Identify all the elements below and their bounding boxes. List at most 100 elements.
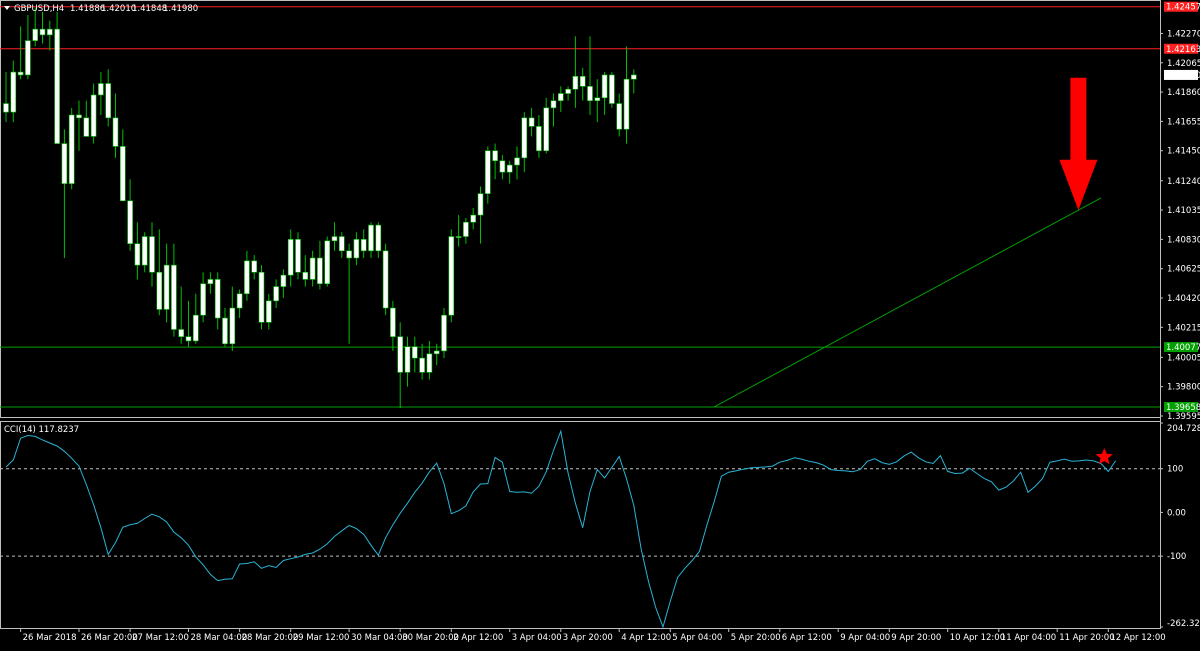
price-tick-label: 1.40830 — [1167, 235, 1200, 245]
price-tick-label: 1.40215 — [1167, 323, 1200, 333]
candle-body — [514, 157, 520, 166]
time-tick-label: 26 Mar 2018 — [23, 633, 77, 643]
hline-price-label: 1.42457 — [1166, 3, 1200, 13]
time-tick-label: 30 Mar 20:00 — [402, 633, 459, 643]
time-tick-label: 27 Mar 12:00 — [132, 633, 189, 643]
candle-body — [419, 357, 425, 373]
time-tick-label: 11 Apr 20:00 — [1059, 633, 1114, 643]
candle-body — [3, 103, 9, 113]
price-tick-label: 1.40625 — [1167, 265, 1200, 275]
cci-title: CCI(14) 117.8237 — [4, 425, 79, 435]
candle-body — [156, 271, 163, 310]
hline-price-label: 1.40077 — [1166, 343, 1200, 353]
price-tick-label: 1.42270 — [1167, 29, 1200, 39]
candle-body — [426, 353, 433, 373]
candle-body — [397, 336, 404, 373]
candle-body — [46, 28, 53, 36]
price-tick-label: 1.42065 — [1167, 59, 1200, 69]
candle-body — [112, 117, 119, 147]
candle-body — [572, 76, 579, 90]
candle-body — [302, 271, 309, 280]
time-tick-label: 28 Mar 20:00 — [242, 633, 299, 643]
price-tick-label: 1.41860 — [1167, 88, 1200, 98]
time-tick-label: 11 Apr 04:00 — [1001, 633, 1056, 643]
candle-body — [141, 236, 148, 266]
symbol-label: GBPUSD,H4 — [14, 4, 64, 14]
candle-body — [463, 221, 469, 237]
candle-body — [229, 307, 236, 345]
candle-body — [338, 236, 345, 252]
candle-body — [17, 71, 24, 76]
candle-body — [68, 114, 75, 184]
cci-tick-label: 100 — [1167, 465, 1183, 475]
time-tick-label: 9 Apr 04:00 — [840, 633, 890, 643]
candle-body — [499, 160, 506, 173]
candle-body — [353, 239, 360, 259]
candle-body — [601, 74, 608, 99]
candle-body — [244, 260, 250, 295]
candle-body — [565, 88, 571, 94]
time-tick-label: 6 Apr 12:00 — [782, 633, 832, 643]
candle-body — [623, 78, 630, 130]
cci-tick-label: 0.00 — [1167, 508, 1186, 518]
symbol-header: GBPUSD,H4 1.41886 1.42010 1.41848 1.4198… — [4, 4, 198, 14]
candle-body — [207, 279, 214, 285]
candle-body — [492, 150, 498, 162]
candle-body — [98, 83, 104, 96]
time-tick-label: 2 Apr 12:00 — [453, 633, 503, 643]
hline-price-label: 1.42163 — [1166, 45, 1200, 55]
candle-body — [127, 200, 133, 244]
ohlc-open: 1.41886 — [70, 4, 105, 14]
price-tick-label: 1.41655 — [1167, 117, 1200, 127]
time-tick-label: 3 Apr 04:00 — [512, 633, 562, 643]
time-tick-label: 28 Mar 04:00 — [191, 633, 248, 643]
candle-body — [32, 28, 39, 41]
candle-body — [258, 271, 265, 323]
candle-body — [404, 346, 411, 373]
candle-body — [134, 243, 141, 266]
current-price-label: 1.41980 — [1166, 71, 1200, 81]
candle-body — [630, 74, 637, 80]
candle-body — [448, 236, 455, 316]
candle-body — [331, 236, 338, 242]
candle-body — [25, 40, 31, 76]
time-tick-label: 5 Apr 04:00 — [672, 633, 722, 643]
candle-body — [375, 224, 382, 252]
candle-body — [441, 314, 447, 352]
ohlc-high: 1.42010 — [101, 4, 136, 14]
candle-body — [273, 286, 279, 302]
candle-body — [90, 94, 97, 137]
candle-body — [39, 28, 46, 36]
time-tick-label: 12 Apr 12:00 — [1110, 633, 1165, 643]
candle-body — [484, 150, 491, 194]
candle-body — [616, 103, 623, 130]
candle-body — [382, 250, 389, 309]
time-tick-label: 29 Mar 12:00 — [293, 633, 350, 643]
candle-body — [324, 240, 331, 285]
candle-body — [470, 214, 477, 223]
cci-tick-label: 204.7287 — [1167, 424, 1200, 434]
candle-body — [236, 293, 243, 309]
cci-tick-label: -100 — [1167, 552, 1186, 562]
candle-body — [105, 83, 111, 119]
candle-body — [10, 71, 17, 113]
price-tick-label: 1.41240 — [1167, 177, 1200, 187]
candle-body — [550, 100, 557, 109]
time-tick-label: 26 Mar 20:00 — [81, 633, 138, 643]
candle-body — [506, 164, 513, 173]
candle-body — [287, 239, 294, 276]
candle-body — [222, 317, 228, 345]
time-tick-label: 4 Apr 12:00 — [621, 633, 671, 643]
candle-body — [120, 146, 126, 202]
price-tick-label: 1.40420 — [1167, 294, 1200, 304]
candle-body — [185, 336, 192, 342]
candle-body — [317, 257, 323, 285]
candle-body — [368, 224, 374, 252]
candle-body — [579, 76, 586, 87]
chart-root: 1.42270 1.42065 1.41980 1.41860 1.41655 1.414… — [0, 0, 1200, 647]
candle-body — [455, 236, 462, 238]
time-tick-label: 3 Apr 20:00 — [563, 633, 613, 643]
candle-body — [390, 307, 396, 337]
ohlc-close: 1.41980 — [163, 4, 198, 14]
candle-body — [149, 236, 155, 273]
